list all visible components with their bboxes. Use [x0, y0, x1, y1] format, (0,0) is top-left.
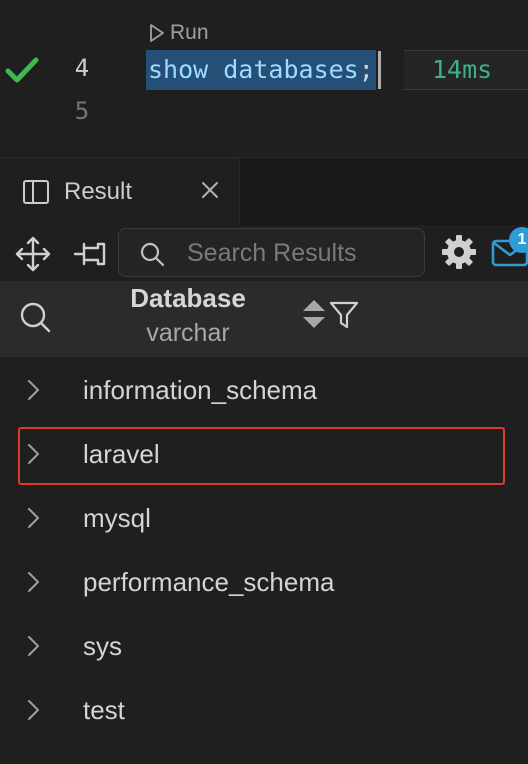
- chevron-right-icon[interactable]: [22, 504, 44, 532]
- table-row[interactable]: information_schema: [0, 358, 528, 422]
- grid-header: Database varchar: [0, 281, 528, 357]
- text-cursor: [377, 51, 381, 89]
- table-row[interactable]: laravel: [0, 422, 528, 486]
- chevron-right-icon[interactable]: [22, 568, 44, 596]
- sort-icon[interactable]: [300, 297, 328, 331]
- chevron-right-icon[interactable]: [22, 376, 44, 404]
- column-header-type: varchar: [146, 319, 230, 347]
- table-row[interactable]: performance_schema: [0, 550, 528, 614]
- cell-database: laravel: [83, 439, 160, 469]
- cell-database: mysql: [83, 503, 151, 533]
- result-rows: information_schema laravel mysql perform…: [0, 358, 528, 742]
- line-number-active: 4: [74, 54, 90, 82]
- tab-result[interactable]: Result: [0, 158, 240, 226]
- code-text-selected[interactable]: show databases;: [146, 50, 376, 90]
- close-icon[interactable]: [196, 176, 224, 204]
- chevron-right-icon[interactable]: [22, 440, 44, 468]
- column-header-name[interactable]: Database: [90, 283, 286, 314]
- table-row[interactable]: test: [0, 678, 528, 742]
- search-results-input[interactable]: [187, 235, 417, 271]
- pin-icon[interactable]: [72, 237, 110, 271]
- gear-icon[interactable]: [440, 233, 478, 271]
- line-number-next: 5: [74, 97, 90, 125]
- code-semicolon: ;: [358, 55, 374, 84]
- table-row[interactable]: sys: [0, 614, 528, 678]
- search-icon[interactable]: [18, 300, 52, 334]
- move-icon[interactable]: [14, 235, 52, 273]
- cell-database: test: [83, 695, 125, 725]
- filter-icon[interactable]: [328, 299, 360, 331]
- code-editor[interactable]: Run 4 5 show databases; 14ms: [0, 0, 528, 157]
- check-icon: [5, 57, 39, 83]
- partial-line-number: [76, 0, 96, 2]
- cell-database: performance_schema: [83, 567, 335, 597]
- table-row[interactable]: mysql: [0, 486, 528, 550]
- notification-badge: 1: [509, 227, 528, 253]
- run-label: Run: [170, 21, 209, 44]
- chevron-right-icon[interactable]: [22, 632, 44, 660]
- search-icon: [140, 242, 165, 267]
- code-line[interactable]: show databases;: [146, 50, 381, 90]
- panel-tab-bar: Result: [0, 157, 528, 226]
- query-timing: 14ms: [404, 50, 528, 90]
- split-panel-icon: [23, 180, 49, 204]
- tab-result-label: Result: [64, 178, 133, 205]
- chevron-right-icon[interactable]: [22, 696, 44, 724]
- search-results-box[interactable]: [118, 228, 425, 277]
- result-toolbar: [0, 225, 528, 281]
- run-codelens[interactable]: Run: [148, 20, 209, 46]
- cell-database: sys: [83, 631, 122, 661]
- code-statement: show databases: [148, 55, 359, 84]
- cell-database: information_schema: [83, 375, 318, 405]
- play-icon: [150, 24, 164, 42]
